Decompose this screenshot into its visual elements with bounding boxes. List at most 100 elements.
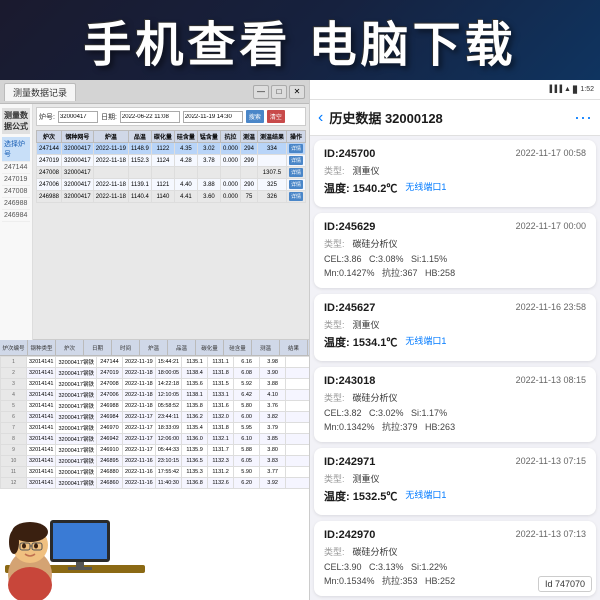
- sidebar-item-0[interactable]: 选择炉号: [2, 137, 30, 162]
- maximize-btn[interactable]: □: [271, 85, 287, 99]
- left-panel: 测量数据记录 — □ ✕ 测量数据公式 选择炉号 247144 247019 2…: [0, 80, 310, 600]
- record-card[interactable]: ID:243018 2022-11-13 08:15 类型: 碳硅分析仪 CEL:3.8…: [314, 367, 596, 442]
- sidebar-item-3[interactable]: 247008: [2, 186, 30, 198]
- record-id: ID:245629: [324, 221, 375, 233]
- right-panel: ▐▐▐ ▲ ▊ 1:52 ‹ 历史数据 32000128 ··· ID:2457…: [310, 80, 600, 600]
- type-value: 碳硅分析仪: [353, 545, 398, 558]
- temperature-value: 温度: 1534.1℃: [324, 334, 397, 350]
- col-header-date: 炉温: [93, 131, 128, 143]
- sheet-row: 13201414132000417钢铁2471442022-11-1915:44…: [1, 357, 310, 368]
- edit-btn[interactable]: 详情: [289, 180, 303, 189]
- sidebar-item-2[interactable]: 247019: [2, 174, 30, 186]
- analysis-row: CEL:3.82 C:3.02% Si:1.17%Mn:0.1342% 抗拉:3…: [324, 407, 586, 434]
- col-header-tensile: 抗拉: [220, 131, 240, 143]
- record-card[interactable]: ID:2457002022-11-17 00:58 类型:测重仪温度: 1540.…: [314, 140, 596, 207]
- record-type-row: 类型:测重仪: [324, 164, 586, 177]
- minimize-btn[interactable]: —: [253, 85, 269, 99]
- record-id: ID:245627: [324, 302, 375, 314]
- record-date: 2022-11-13 07:15: [516, 456, 586, 468]
- record-date: 2022-11-17 00:58: [516, 148, 586, 160]
- mobile-records[interactable]: ID:2457002022-11-17 00:58 类型: 测重仪 温度: 1540.…: [310, 136, 600, 600]
- edit-btn[interactable]: 详情: [289, 144, 303, 153]
- record-top-row: ID:2457002022-11-17 00:58: [324, 148, 586, 160]
- type-label: 类型:: [324, 237, 345, 250]
- sheet-row: 113201414132000417钢铁2468802022-11-1617:5…: [1, 467, 310, 478]
- edit-btn[interactable]: 详情: [289, 168, 303, 177]
- type-label: 类型:: [324, 391, 345, 404]
- top-banner: 手机查看 电脑下载: [0, 0, 600, 80]
- table-row: 247144 32000417 2022-11-19 1148.9 1122 4…: [37, 143, 306, 155]
- mobile-title: 历史数据 32000128: [329, 108, 574, 127]
- date-label: 日期:: [101, 112, 117, 122]
- mobile-header: ‹ 历史数据 32000128 ···: [310, 100, 600, 136]
- sidebar-item-4[interactable]: 246988: [2, 198, 30, 210]
- record-date: 2022-11-13 08:15: [516, 375, 586, 387]
- table-row: 247008 32000417 1307.5 详情: [37, 167, 306, 179]
- sheet-row: 23201414132000417钢铁2470192022-11-1818:00…: [1, 368, 310, 379]
- date-end-input[interactable]: [183, 111, 243, 123]
- record-type-row: 类型: 测重仪: [324, 318, 586, 331]
- col-header-furnace: 炉次: [37, 131, 62, 143]
- record-top-row: ID:245627 2022-11-16 23:58: [324, 302, 586, 314]
- table-row: 246988 32000417 2022-11-18 1140.4 1140 4…: [37, 191, 306, 203]
- record-card[interactable]: ID:2429712022-11-13 07:15类型:测重仪温度: 1532.…: [314, 448, 596, 515]
- furnace-input[interactable]: [58, 111, 98, 123]
- detail-row: 温度: 1532.5℃无线端口1: [324, 488, 586, 504]
- record-top-row: ID:2456292022-11-17 00:00: [324, 221, 586, 233]
- col-header-temp: 品温: [128, 131, 151, 143]
- more-button[interactable]: ···: [574, 107, 592, 128]
- col-f: 炉温: [140, 340, 168, 355]
- clear-button[interactable]: 清空: [267, 110, 285, 123]
- time-display: 1:52: [580, 86, 594, 93]
- record-card[interactable]: ID:245627 2022-11-16 23:58 类型: 测重仪温度: 1534.…: [314, 294, 596, 361]
- type-label: 类型:: [324, 164, 345, 177]
- web-toolbar: 测量数据记录 — □ ✕: [0, 80, 309, 104]
- id-badge: Id 747070: [538, 576, 592, 592]
- edit-btn[interactable]: 详情: [289, 192, 303, 201]
- sheet-row: 33201414132000417钢铁2470082022-11-1814:22…: [1, 379, 310, 390]
- record-date: 2022-11-16 23:58: [516, 302, 586, 314]
- record-card[interactable]: ID:2456292022-11-17 00:00 类型:碳硅分析仪 CEL:3.8…: [314, 213, 596, 288]
- back-button[interactable]: ‹: [318, 109, 323, 127]
- port-value: 无线端口1: [405, 180, 446, 196]
- sheet-row: 103201414132000417钢铁2468952022-11-1623:1…: [1, 456, 310, 467]
- type-value: 碳硅分析仪: [353, 391, 398, 404]
- web-interface: 测量数据记录 — □ ✕ 测量数据公式 选择炉号 247144 247019 2…: [0, 80, 309, 340]
- sheet-row: 93201414132000417钢铁2469102022-11-1705:44…: [1, 445, 310, 456]
- type-label: 类型:: [324, 472, 345, 485]
- web-sidebar: 测量数据公式 选择炉号 247144 247019 247008 246988 …: [0, 104, 33, 340]
- main-area: 测量数据记录 — □ ✕ 测量数据公式 选择炉号 247144 247019 2…: [0, 80, 600, 600]
- analysis-row: CEL:3.86 C:3.08% Si:1.15%Mn:0.1427% 抗拉:3…: [324, 253, 586, 280]
- col-a: 炉次编号: [0, 340, 28, 355]
- col-g: 品温: [168, 340, 196, 355]
- record-top-row: ID:243018 2022-11-13 08:15: [324, 375, 586, 387]
- detail-row: 温度: 1540.2℃无线端口1: [324, 180, 586, 196]
- web-tab[interactable]: 测量数据记录: [4, 83, 76, 101]
- record-type-row: 类型:碳硅分析仪: [324, 237, 586, 250]
- port-value: 无线端口1: [405, 488, 446, 504]
- close-btn[interactable]: ✕: [289, 85, 305, 99]
- date-start-input[interactable]: [120, 111, 180, 123]
- edit-btn[interactable]: 详情: [289, 156, 303, 165]
- wifi-icon: ▲: [564, 86, 571, 93]
- sidebar-item-1[interactable]: 247144: [2, 162, 30, 174]
- col-d: 日期: [84, 340, 112, 355]
- search-button[interactable]: 搜索: [246, 110, 264, 123]
- col-c: 炉次: [56, 340, 84, 355]
- type-label: 类型:: [324, 318, 345, 331]
- record-id: ID:243018: [324, 375, 375, 387]
- banner-text: 手机查看 电脑下载: [83, 5, 516, 75]
- sidebar-item-5[interactable]: 246984: [2, 210, 30, 222]
- web-main: 炉号: 日期: 搜索 清空 炉次 钢种网号 炉温: [33, 104, 309, 340]
- record-top-row: ID:2429712022-11-13 07:15: [324, 456, 586, 468]
- sheet-row: 73201414132000417钢铁2469702022-11-1718:33…: [1, 423, 310, 434]
- type-value: 测重仪: [353, 318, 380, 331]
- col-j: 测温: [252, 340, 280, 355]
- sheet-table: 13201414132000417钢铁2471442022-11-1915:44…: [0, 356, 309, 489]
- col-header-carbon: 碳化量: [151, 131, 174, 143]
- mobile-status-bar: ▐▐▐ ▲ ▊ 1:52: [310, 80, 600, 100]
- detail-row: 温度: 1534.1℃无线端口1: [324, 334, 586, 350]
- table-row: 247006 32000417 2022-11-18 1139.1 1121 4…: [37, 179, 306, 191]
- web-table: 炉次 钢种网号 炉温 品温 碳化量 硅含量 锰含量 抗拉 测温 测温结果 操作: [36, 130, 306, 203]
- table-row: 247019 32000417 2022-11-18 1152.3 1124 4…: [37, 155, 306, 167]
